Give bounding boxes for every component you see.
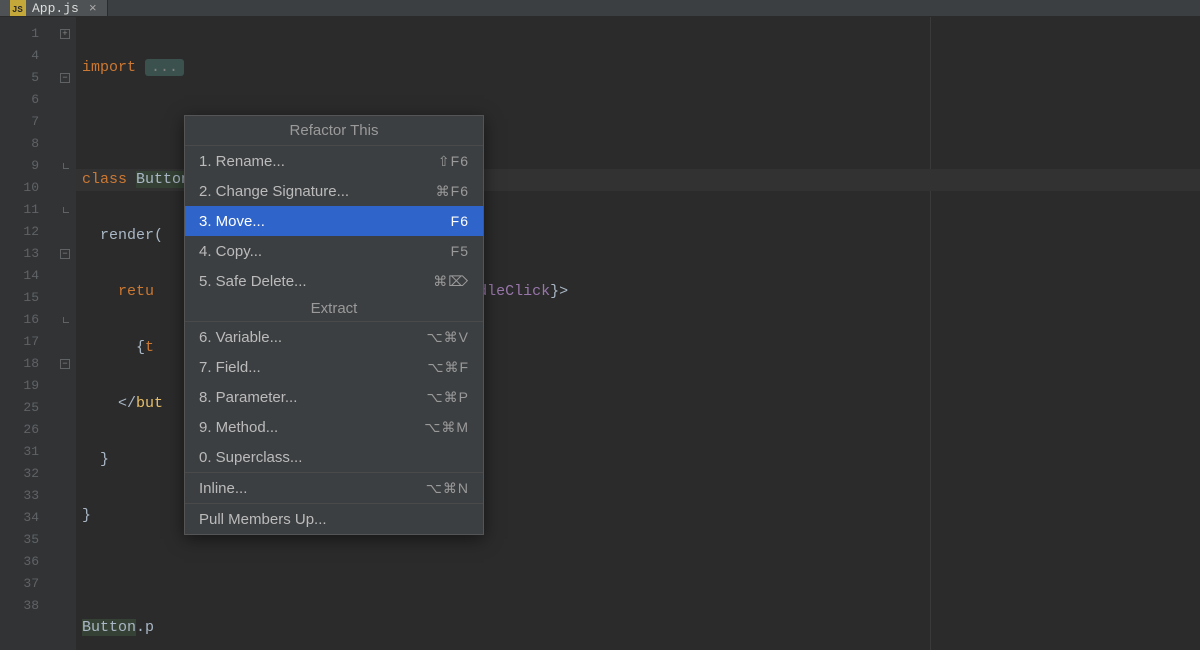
fold-expanded-icon[interactable]: − bbox=[60, 249, 70, 259]
line-number-gutter: 1 4 5 6 7 8 9 10 11 12 13 14 15 16 17 18… bbox=[0, 17, 54, 650]
tab-label: App.js bbox=[32, 1, 79, 16]
code-editor[interactable]: 1 4 5 6 7 8 9 10 11 12 13 14 15 16 17 18… bbox=[0, 17, 1200, 650]
fold-end-icon bbox=[63, 207, 69, 213]
close-icon[interactable]: × bbox=[89, 1, 97, 16]
menu-item-inline[interactable]: Inline...⌥⌘N bbox=[185, 473, 483, 503]
fold-expanded-icon[interactable]: − bbox=[60, 73, 70, 83]
refactor-this-popup: Refactor This 1. Rename...⇧F6 2. Change … bbox=[184, 115, 484, 535]
ide-window: JS App.js × 1 4 5 6 7 8 9 10 11 12 13 14… bbox=[0, 0, 1200, 650]
menu-item-change-signature[interactable]: 2. Change Signature...⌘F6 bbox=[185, 176, 483, 206]
fold-end-icon bbox=[63, 163, 69, 169]
menu-item-pull-members-up[interactable]: Pull Members Up... bbox=[185, 504, 483, 534]
tab-app-js[interactable]: JS App.js × bbox=[0, 0, 108, 16]
menu-item-rename[interactable]: 1. Rename...⇧F6 bbox=[185, 146, 483, 176]
fold-expanded-icon[interactable]: − bbox=[60, 359, 70, 369]
menu-item-copy[interactable]: 4. Copy...F5 bbox=[185, 236, 483, 266]
menu-item-extract-variable[interactable]: 6. Variable...⌥⌘V bbox=[185, 322, 483, 352]
menu-section-extract: Extract bbox=[185, 296, 483, 321]
menu-item-extract-parameter[interactable]: 8. Parameter...⌥⌘P bbox=[185, 382, 483, 412]
fold-gutter: + − − − bbox=[54, 17, 76, 650]
menu-item-extract-superclass[interactable]: 0. Superclass... bbox=[185, 442, 483, 472]
menu-title: Refactor This bbox=[185, 116, 483, 145]
menu-item-extract-method[interactable]: 9. Method...⌥⌘M bbox=[185, 412, 483, 442]
menu-item-move[interactable]: 3. Move...F6 bbox=[185, 206, 483, 236]
fold-end-icon bbox=[63, 317, 69, 323]
js-file-icon: JS bbox=[10, 0, 26, 16]
fold-collapsed-icon[interactable]: + bbox=[60, 29, 70, 39]
menu-item-extract-field[interactable]: 7. Field...⌥⌘F bbox=[185, 352, 483, 382]
editor-tabbar: JS App.js × bbox=[0, 0, 1200, 17]
menu-item-safe-delete[interactable]: 5. Safe Delete...⌘⌦ bbox=[185, 266, 483, 296]
